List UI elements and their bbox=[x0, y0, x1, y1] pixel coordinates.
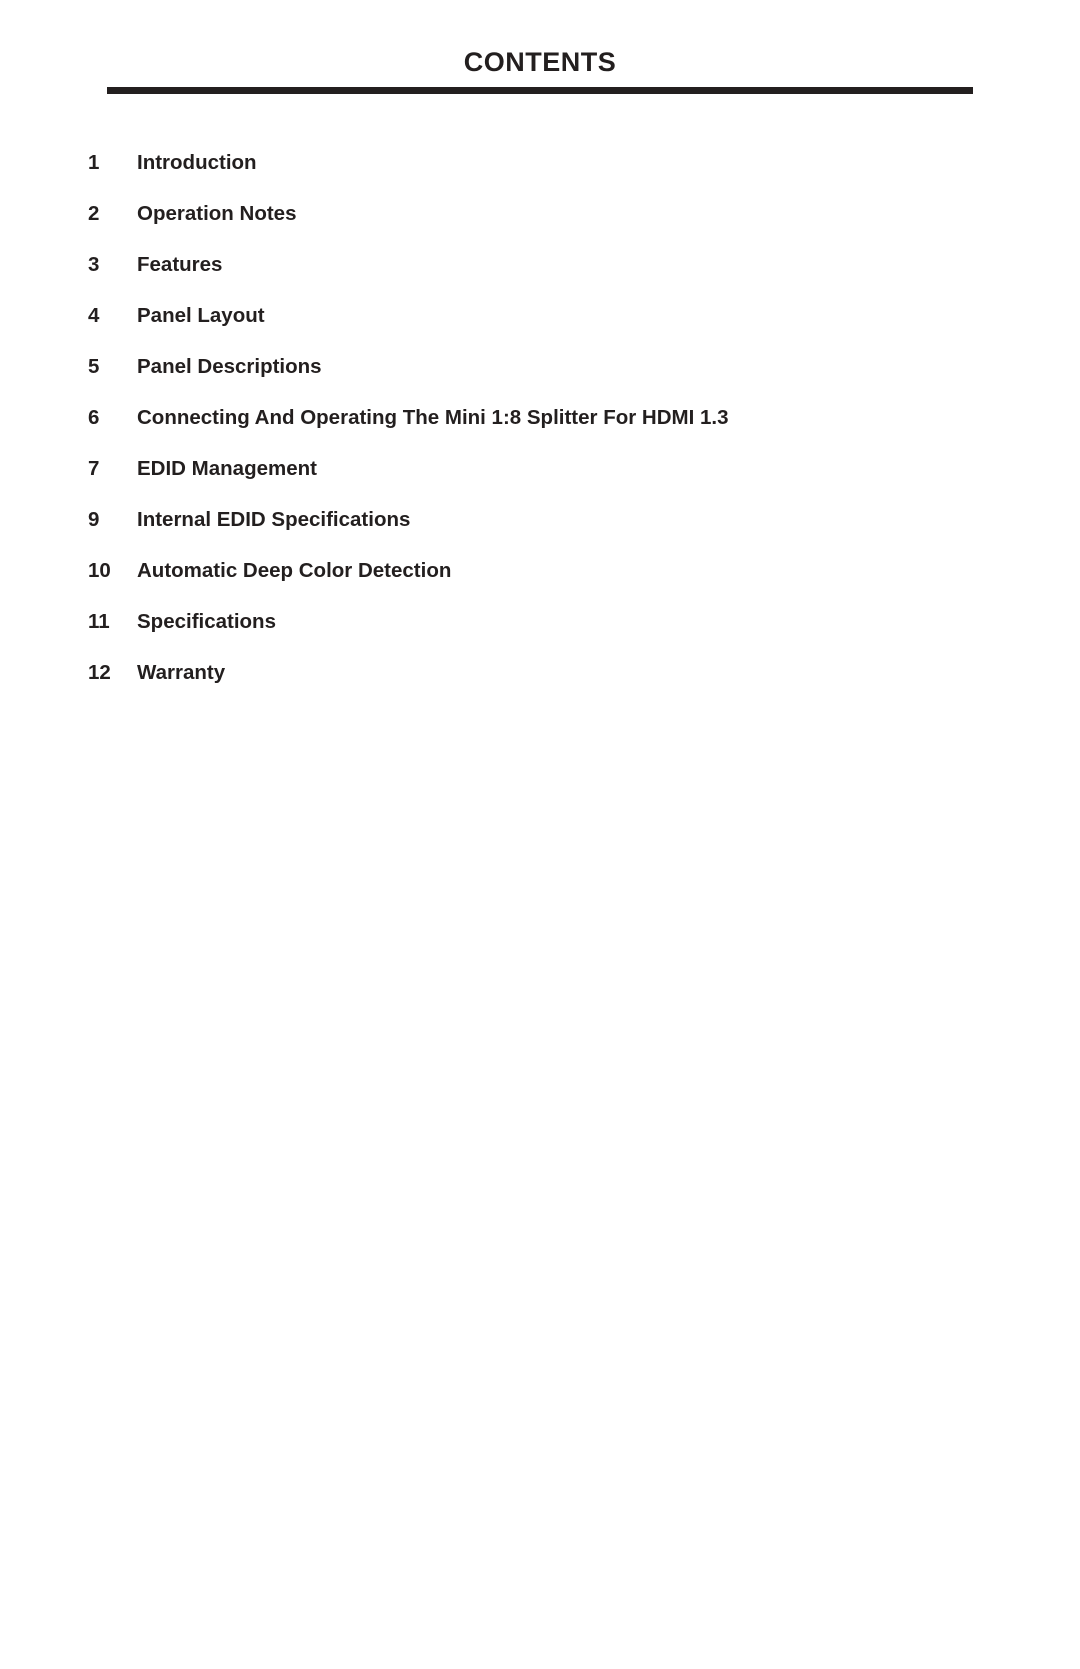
toc-entry-number: 7 bbox=[88, 457, 100, 480]
toc-entry-label: Automatic Deep Color Detection bbox=[137, 559, 452, 582]
toc-entry[interactable]: 12 Warranty bbox=[88, 647, 988, 698]
toc-entry[interactable]: 7 EDID Management bbox=[88, 443, 988, 494]
toc-entry-label: Panel Descriptions bbox=[137, 355, 322, 378]
page-title: CONTENTS bbox=[463, 47, 617, 77]
toc-entry-label: Internal EDID Specifications bbox=[137, 508, 411, 531]
toc-entry-number: 6 bbox=[88, 406, 100, 429]
toc-entry-label: Warranty bbox=[137, 661, 226, 684]
contents-page: CONTENTS 1 Introduction 2 Operation Notes 3 F… bbox=[0, 0, 1080, 1669]
toc-entry[interactable]: 4 Panel Layout bbox=[88, 290, 988, 341]
toc-entry-label: Introduction bbox=[137, 151, 257, 174]
toc-entry-number: 3 bbox=[88, 253, 100, 276]
toc-entry-label: Specifications bbox=[137, 610, 276, 633]
table-of-contents: 1 Introduction 2 Operation Notes 3 Features 4 P… bbox=[88, 137, 988, 698]
toc-entry-number: 10 bbox=[88, 559, 111, 582]
toc-entry[interactable]: 10 Automatic Deep Color Detection bbox=[88, 545, 988, 596]
toc-entry-label: Panel Layout bbox=[137, 304, 265, 327]
title-divider bbox=[107, 87, 973, 95]
toc-entry[interactable]: 9 Internal EDID Specifications bbox=[88, 494, 988, 545]
toc-entry-label: Features bbox=[137, 253, 223, 276]
toc-entry-label: Connecting And Operating The Mini 1:8 Sp… bbox=[137, 406, 729, 429]
page-header: CONTENTS bbox=[0, 47, 1080, 95]
toc-entry[interactable]: 1 Introduction bbox=[88, 137, 988, 188]
toc-entry[interactable]: 3 Features bbox=[88, 239, 988, 290]
toc-entry-number: 11 bbox=[88, 610, 110, 633]
toc-entry[interactable]: 11 Specifications bbox=[88, 596, 988, 647]
toc-entry-number: 12 bbox=[88, 661, 111, 684]
toc-entry-number: 2 bbox=[88, 202, 100, 225]
toc-entry-number: 5 bbox=[88, 355, 100, 378]
toc-entry-number: 1 bbox=[88, 151, 100, 174]
toc-entry-label: Operation Notes bbox=[137, 202, 297, 225]
toc-entry-number: 4 bbox=[88, 304, 100, 327]
toc-entry[interactable]: 5 Panel Descriptions bbox=[88, 341, 988, 392]
toc-entry[interactable]: 2 Operation Notes bbox=[88, 188, 988, 239]
toc-entry[interactable]: 6 Connecting And Operating The Mini 1:8 S… bbox=[88, 392, 988, 443]
toc-entry-number: 9 bbox=[88, 508, 100, 531]
toc-entry-label: EDID Management bbox=[137, 457, 317, 480]
